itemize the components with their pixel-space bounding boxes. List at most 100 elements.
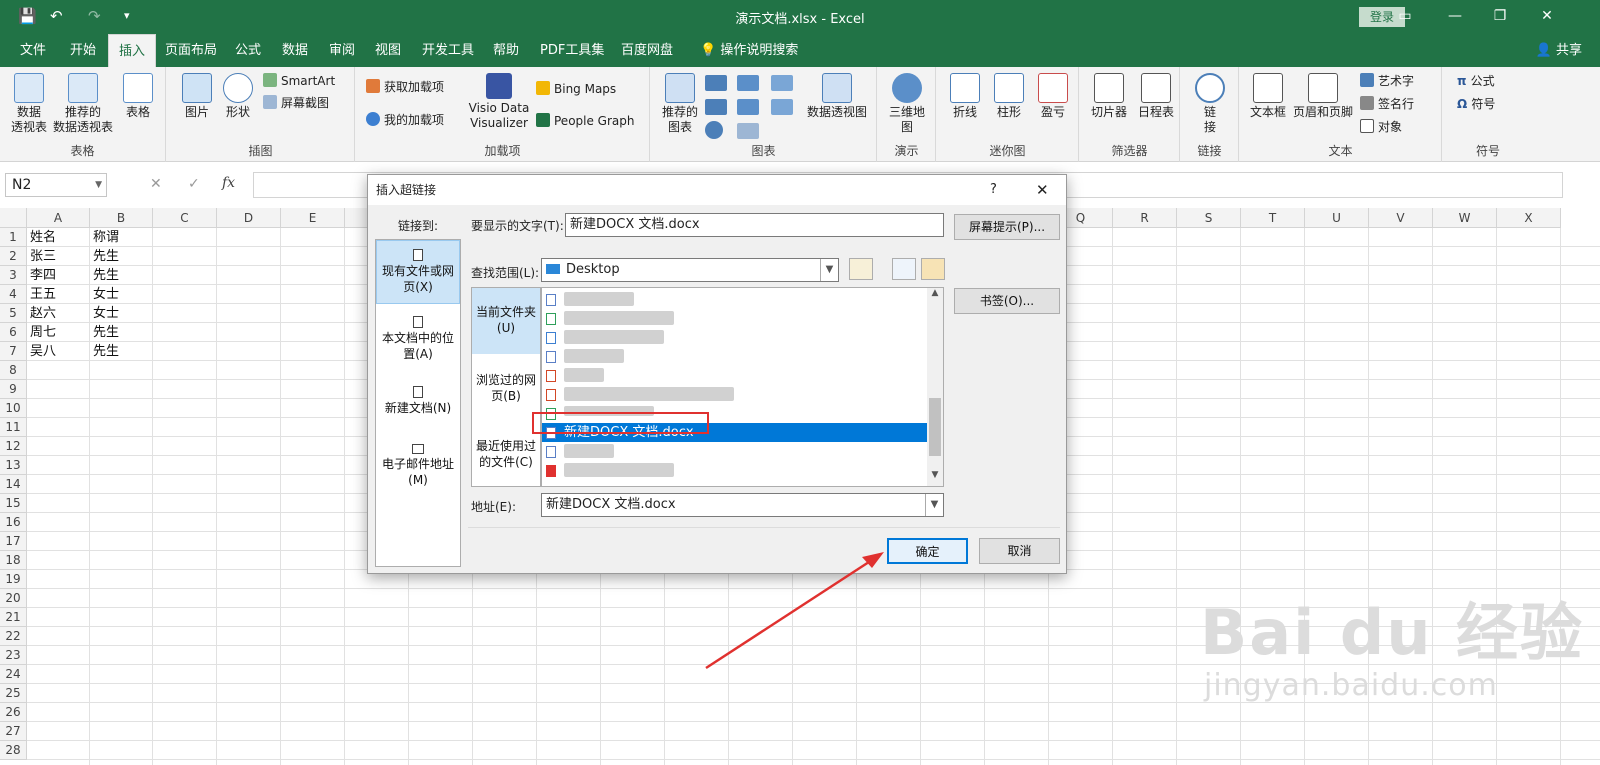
column-header[interactable]: E [281, 208, 345, 228]
equation-button[interactable]: π 公式 [1457, 73, 1495, 89]
table-cell[interactable]: 女士 [90, 304, 153, 323]
wordart-button[interactable]: 艺术字 [1360, 73, 1414, 89]
row-header[interactable]: 11 [0, 418, 27, 437]
browse-web-icon[interactable] [892, 258, 916, 280]
tab-file[interactable]: 文件 [10, 34, 56, 67]
column-header[interactable]: B [90, 208, 153, 228]
object-button[interactable]: 对象 [1360, 119, 1402, 135]
current-folder-item[interactable]: 当前文件夹 (U) [472, 288, 540, 354]
name-box[interactable]: N2 ▼ [5, 173, 107, 197]
row-header[interactable]: 7 [0, 342, 27, 361]
recommended-pivottables-button[interactable]: 推荐的 数据透视表 [50, 73, 116, 135]
slicer-button[interactable]: 切片器 [1084, 73, 1134, 120]
row-header[interactable]: 22 [0, 627, 27, 646]
link-button[interactable]: 链 接 [1189, 73, 1231, 135]
tab-developer[interactable]: 开发工具 [412, 34, 484, 67]
ok-button[interactable]: 确定 [887, 538, 968, 564]
hierarchy-chart-icon[interactable] [737, 75, 759, 91]
column-header[interactable]: U [1305, 208, 1369, 228]
row-header[interactable]: 24 [0, 665, 27, 684]
screenshot-button[interactable]: 屏幕截图 [263, 95, 329, 111]
cancel-icon[interactable]: ✕ [150, 176, 162, 192]
bing-maps-button[interactable]: Bing Maps [536, 81, 616, 97]
row-header[interactable]: 23 [0, 646, 27, 665]
minimize-button[interactable]: — [1440, 4, 1470, 28]
list-item[interactable] [542, 347, 928, 366]
visio-data-visualizer-button[interactable]: Visio Data Visualizer [466, 73, 532, 131]
look-in-select[interactable]: Desktop ▼ [541, 258, 839, 282]
tab-help[interactable]: 帮助 [483, 34, 529, 67]
link-to-place-in-document[interactable]: 本文档中的位 置(A) [376, 316, 460, 362]
pivotchart-button[interactable]: 数据透视图 [801, 73, 873, 120]
tab-view[interactable]: 视图 [365, 34, 411, 67]
close-window-button[interactable]: ✕ [1532, 4, 1562, 28]
row-header[interactable]: 2 [0, 247, 27, 266]
list-item[interactable] [542, 442, 928, 461]
tab-insert[interactable]: 插入 [108, 34, 157, 67]
row-header[interactable]: 25 [0, 684, 27, 703]
scatter-chart-icon[interactable] [737, 123, 759, 139]
table-button[interactable]: 表格 [118, 73, 158, 120]
row-header[interactable]: 27 [0, 722, 27, 741]
row-header[interactable]: 20 [0, 589, 27, 608]
ribbon-display-options-icon[interactable]: ▭ [1390, 4, 1420, 28]
column-header[interactable]: C [153, 208, 217, 228]
table-cell[interactable]: 先生 [90, 342, 153, 361]
row-header[interactable]: 5 [0, 304, 27, 323]
chevron-down-icon[interactable]: ▼ [95, 174, 102, 196]
row-header[interactable]: 26 [0, 703, 27, 722]
column-header[interactable]: X [1497, 208, 1561, 228]
file-list[interactable]: 新建DOCX 文档.docx ▲ ▼ [541, 287, 944, 487]
column-header[interactable]: R [1113, 208, 1177, 228]
row-header[interactable]: 1 [0, 228, 27, 247]
row-header[interactable]: 19 [0, 570, 27, 589]
people-graph-button[interactable]: People Graph [536, 113, 635, 129]
waterfall-chart-icon[interactable] [771, 75, 793, 91]
shapes-button[interactable]: 形状 [219, 73, 257, 120]
table-cell[interactable]: 先生 [90, 266, 153, 285]
tab-home[interactable]: 开始 [60, 34, 106, 67]
table-cell[interactable]: 吴八 [27, 342, 90, 361]
tab-formulas[interactable]: 公式 [225, 34, 271, 67]
column-header[interactable]: A [27, 208, 90, 228]
share-button[interactable]: 👤 共享 [1536, 34, 1582, 67]
signature-line-button[interactable]: 签名行 [1360, 96, 1414, 112]
browse-file-icon[interactable] [921, 258, 945, 280]
row-header[interactable]: 18 [0, 551, 27, 570]
header-footer-button[interactable]: 页眉和页脚 [1290, 73, 1356, 120]
scroll-up-icon[interactable]: ▲ [927, 288, 943, 304]
my-addins-button[interactable]: 我的加载项 [366, 112, 444, 128]
list-item[interactable] [542, 290, 928, 309]
row-header[interactable]: 28 [0, 741, 27, 760]
smartart-button[interactable]: SmartArt [263, 73, 335, 89]
table-cell[interactable]: 张三 [27, 247, 90, 266]
address-input[interactable]: 新建DOCX 文档.docx ▼ [541, 493, 944, 517]
tab-pdf-tools[interactable]: PDF工具集 [530, 34, 614, 67]
row-header[interactable]: 12 [0, 437, 27, 456]
bookmark-button[interactable]: 书签(O)... [954, 288, 1060, 314]
display-text-input[interactable]: 新建DOCX 文档.docx [565, 213, 944, 237]
column-header[interactable]: S [1177, 208, 1241, 228]
help-icon[interactable]: ? [990, 175, 997, 205]
column-header[interactable]: V [1369, 208, 1433, 228]
row-header[interactable]: 15 [0, 494, 27, 513]
table-cell[interactable]: 先生 [90, 323, 153, 342]
get-addins-button[interactable]: 获取加载项 [366, 79, 444, 95]
3d-map-button[interactable]: 三维地 图 [884, 73, 930, 135]
scroll-down-icon[interactable]: ▼ [927, 470, 943, 486]
line-chart-icon[interactable] [705, 99, 727, 115]
column-chart-icon[interactable] [705, 75, 727, 91]
table-cell[interactable]: 王五 [27, 285, 90, 304]
chevron-down-icon[interactable]: ▼ [820, 259, 838, 281]
select-all-corner[interactable] [0, 208, 27, 228]
list-item[interactable] [542, 309, 928, 328]
table-cell[interactable]: 先生 [90, 247, 153, 266]
row-header[interactable]: 10 [0, 399, 27, 418]
combo-chart-icon[interactable] [771, 99, 793, 115]
list-item[interactable] [542, 366, 928, 385]
tell-me-search[interactable]: 💡 操作说明搜索 [690, 34, 808, 67]
tab-review[interactable]: 审阅 [319, 34, 365, 67]
row-header[interactable]: 17 [0, 532, 27, 551]
row-header[interactable]: 3 [0, 266, 27, 285]
list-item[interactable] [542, 385, 928, 404]
